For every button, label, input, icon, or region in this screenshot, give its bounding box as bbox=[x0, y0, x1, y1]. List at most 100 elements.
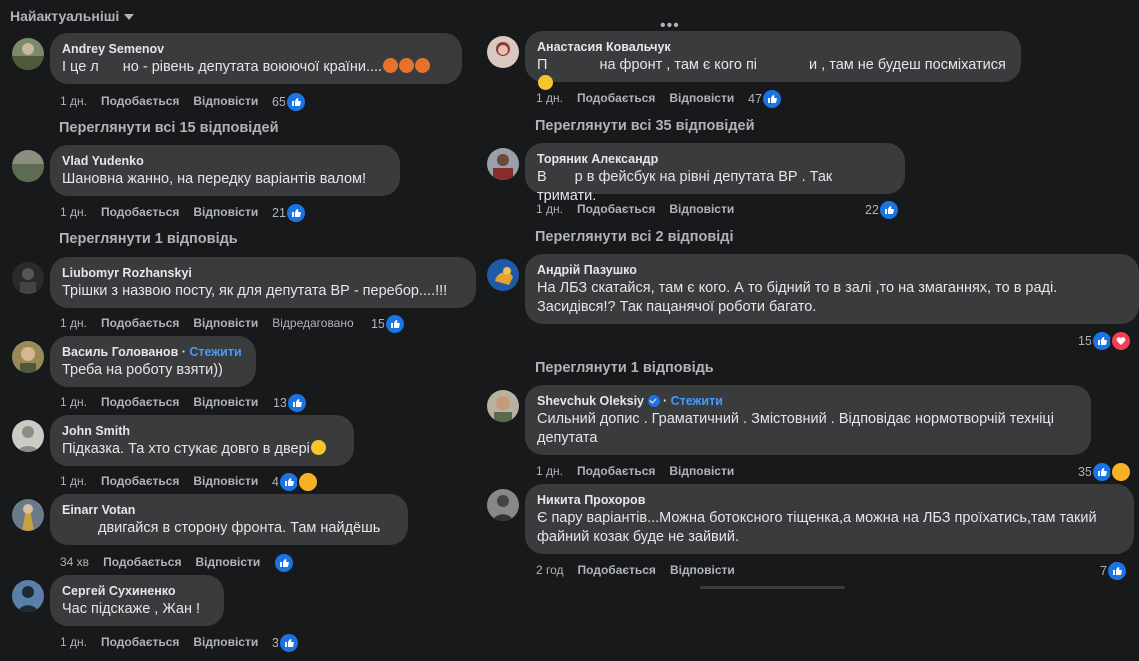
comment-text: І це лxxно - рівень депутата воюючої кра… bbox=[62, 58, 450, 77]
comment-time[interactable]: 1 дн. bbox=[60, 205, 87, 219]
comment-time[interactable]: 2 год bbox=[536, 563, 564, 577]
follow-button[interactable]: Стежити bbox=[671, 394, 723, 408]
reactions[interactable]: 15 bbox=[371, 313, 406, 335]
avatar[interactable] bbox=[12, 150, 44, 182]
comment-author: Shevchuk Oleksiy · Стежити bbox=[537, 394, 723, 408]
comment-time[interactable]: 1 дн. bbox=[536, 202, 563, 216]
comment-actions: 2 год Подобається Відповісти bbox=[536, 563, 735, 577]
like-reaction-icon bbox=[273, 552, 295, 574]
reactions[interactable]: 3 bbox=[272, 632, 300, 654]
avatar[interactable] bbox=[12, 262, 44, 294]
reactions[interactable]: 47 bbox=[748, 88, 783, 110]
reaction-count: 15 bbox=[371, 317, 385, 331]
angry-emoji-icon bbox=[399, 58, 415, 73]
reactions[interactable]: 4 bbox=[272, 471, 319, 493]
reply-button[interactable]: Відповісти bbox=[670, 563, 735, 577]
avatar[interactable] bbox=[487, 259, 519, 291]
comment-bubble: Анастасия Ковальчук Пxx на фронт , там є… bbox=[525, 31, 1021, 90]
comment-time[interactable]: 1 дн. bbox=[60, 94, 87, 108]
like-button[interactable]: Подобається bbox=[101, 205, 179, 219]
comment-text: Час підскаже , Жан ! bbox=[62, 601, 201, 617]
follow-button[interactable]: Стежити bbox=[189, 345, 241, 359]
comment-time[interactable]: 1 дн. bbox=[60, 474, 87, 488]
sort-label: Найактуальніші bbox=[10, 8, 120, 24]
like-button[interactable]: Подобається bbox=[578, 563, 656, 577]
comment-author[interactable]: Андрій Пазушко bbox=[537, 262, 1127, 278]
scrollbar[interactable] bbox=[700, 586, 845, 589]
comment-bubble: Einarr Votan xxдвигайся в сторону фронта… bbox=[50, 494, 408, 545]
avatar[interactable] bbox=[487, 390, 519, 422]
comment-time[interactable]: 1 дн. bbox=[60, 316, 87, 330]
comment-actions: 1 дн. Подобається Відповісти bbox=[536, 91, 734, 105]
like-button[interactable]: Подобається bbox=[101, 316, 179, 330]
view-replies-link[interactable]: Переглянути 1 відповідь bbox=[535, 360, 714, 376]
comment-author[interactable]: Einarr Votan bbox=[62, 502, 396, 518]
like-button[interactable]: Подобається bbox=[101, 635, 179, 649]
comment-author[interactable]: Vlad Yudenko bbox=[62, 153, 388, 169]
like-button[interactable]: Подобається bbox=[101, 474, 179, 488]
wink-emoji-icon bbox=[310, 440, 326, 455]
comment-time[interactable]: 1 дн. bbox=[60, 635, 87, 649]
reply-button[interactable]: Відповісти bbox=[193, 94, 258, 108]
avatar[interactable] bbox=[12, 580, 44, 612]
reaction-count: 47 bbox=[748, 92, 762, 106]
like-button[interactable]: Подобається bbox=[103, 555, 181, 569]
like-button[interactable]: Подобається bbox=[577, 91, 655, 105]
avatar[interactable] bbox=[487, 36, 519, 68]
reactions[interactable]: 21 bbox=[272, 202, 307, 224]
avatar[interactable] bbox=[487, 148, 519, 180]
like-reaction-icon bbox=[284, 91, 307, 113]
comment-author[interactable]: Анастасия Ковальчук bbox=[537, 39, 1009, 55]
comment-author[interactable]: John Smith bbox=[62, 423, 342, 439]
reactions[interactable]: 65 bbox=[272, 91, 307, 113]
reply-button[interactable]: Відповісти bbox=[669, 464, 734, 478]
reply-button[interactable]: Відповісти bbox=[193, 635, 258, 649]
comment-author[interactable]: Никита Прохоров bbox=[537, 492, 1122, 508]
view-replies-link[interactable]: Переглянути 1 відповідь bbox=[59, 231, 238, 247]
comment-author[interactable]: Andrey Semenov bbox=[62, 41, 450, 57]
edited-label[interactable]: Відредаговано bbox=[272, 316, 353, 330]
view-replies-link[interactable]: Переглянути всі 2 відповіді bbox=[535, 229, 734, 245]
avatar[interactable] bbox=[12, 420, 44, 452]
reply-button[interactable]: Відповісти bbox=[193, 205, 258, 219]
reply-button[interactable]: Відповісти bbox=[193, 316, 258, 330]
reply-button[interactable]: Відповісти bbox=[669, 91, 734, 105]
comment-text: На ЛБЗ скатайся, там є кого. А то бідний… bbox=[537, 280, 1058, 315]
avatar[interactable] bbox=[12, 341, 44, 373]
comment-time[interactable]: 1 дн. bbox=[536, 91, 563, 105]
comment-time[interactable]: 1 дн. bbox=[60, 395, 87, 409]
reactions[interactable]: 13 bbox=[273, 392, 308, 414]
reply-button[interactable]: Відповісти bbox=[193, 395, 258, 409]
view-replies-link[interactable]: Переглянути всі 35 відповідей bbox=[535, 118, 755, 134]
avatar[interactable] bbox=[12, 38, 44, 70]
avatar[interactable] bbox=[487, 489, 519, 521]
reaction-count: 13 bbox=[273, 396, 287, 410]
like-button[interactable]: Подобається bbox=[577, 202, 655, 216]
reactions[interactable]: 35 bbox=[1078, 461, 1132, 483]
comment-text: xxдвигайся в сторону фронта. Там найдёшь bbox=[62, 519, 396, 538]
reactions[interactable]: 15 bbox=[1078, 330, 1132, 352]
comment-text: Трішки з назвою посту, як для депутата В… bbox=[62, 283, 448, 299]
reactions[interactable]: 22 bbox=[865, 199, 900, 221]
comment-actions: 1 дн. Подобається Відповісти bbox=[60, 474, 258, 488]
comment-author[interactable]: Торяник Александр bbox=[537, 151, 893, 167]
comment-author[interactable]: Liubomyr Rozhanskyi bbox=[62, 265, 464, 281]
comment-bubble: Сергей Сухиненко Час підскаже , Жан ! bbox=[50, 575, 224, 626]
reply-button[interactable]: Відповісти bbox=[669, 202, 734, 216]
view-replies-link[interactable]: Переглянути всі 15 відповідей bbox=[59, 120, 279, 136]
reply-button[interactable]: Відповісти bbox=[193, 474, 258, 488]
like-button[interactable]: Подобається bbox=[577, 464, 655, 478]
comment-time[interactable]: 1 дн. bbox=[536, 464, 563, 478]
like-reaction-icon bbox=[1105, 560, 1128, 582]
like-reaction-icon bbox=[284, 202, 307, 224]
comment-time[interactable]: 34 хв bbox=[60, 555, 89, 569]
like-button[interactable]: Подобається bbox=[101, 395, 179, 409]
avatar[interactable] bbox=[12, 499, 44, 531]
reply-button[interactable]: Відповісти bbox=[195, 555, 260, 569]
like-button[interactable]: Подобається bbox=[101, 94, 179, 108]
comment-author[interactable]: Сергей Сухиненко bbox=[62, 583, 212, 599]
comment-actions: 1 дн. Подобається Відповісти Відредагова… bbox=[60, 316, 354, 330]
reactions[interactable] bbox=[273, 552, 295, 574]
reactions[interactable]: 7 bbox=[1100, 560, 1128, 582]
sort-dropdown[interactable]: Найактуальніші bbox=[10, 8, 135, 24]
